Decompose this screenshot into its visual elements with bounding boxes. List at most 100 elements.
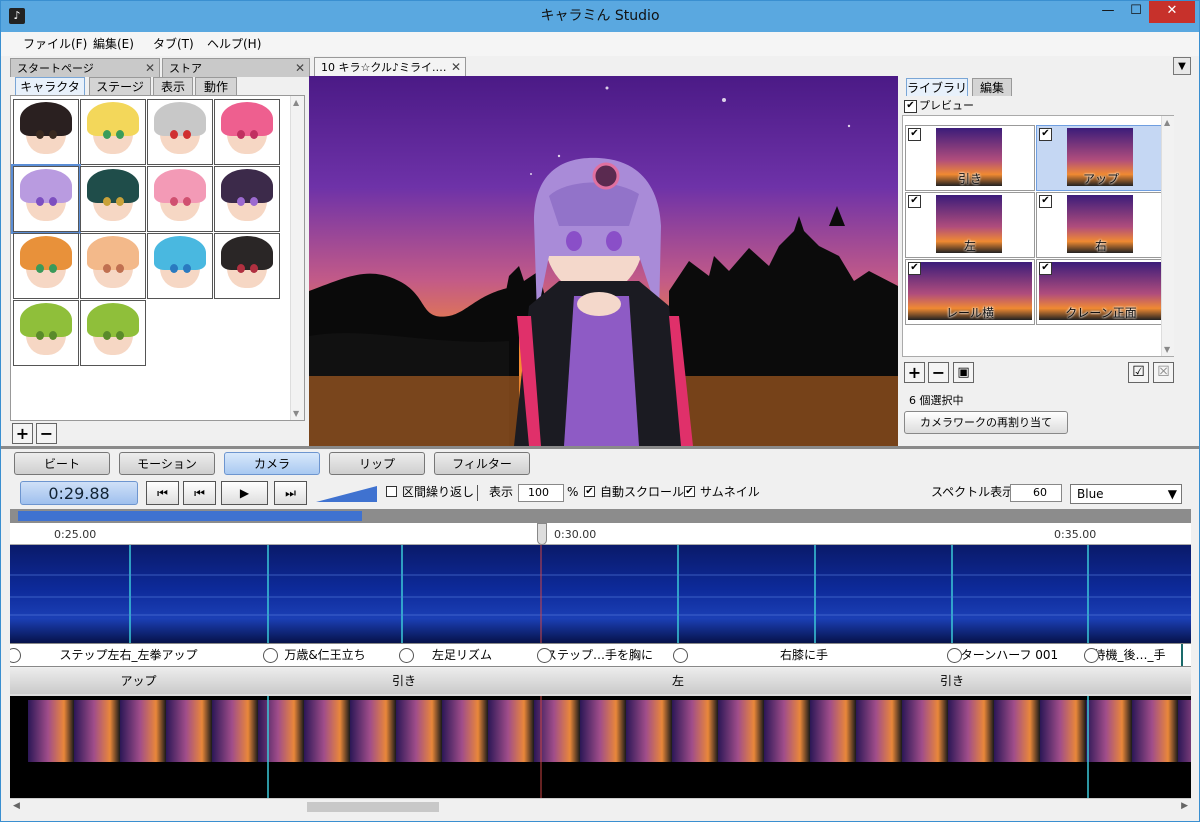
motion-clip-handle[interactable]: [673, 648, 688, 663]
remove-character-button[interactable]: −: [36, 423, 57, 444]
check-all-button[interactable]: ☑: [1128, 362, 1149, 383]
camera-clip[interactable]: アップ: [10, 668, 269, 694]
tab-list-dropdown[interactable]: ▼: [1173, 57, 1191, 75]
mode-tab-camera[interactable]: カメラ: [224, 452, 320, 475]
camera-preset-item[interactable]: ✔ アップ: [1036, 125, 1166, 191]
character-thumbnail[interactable]: [80, 166, 146, 232]
camera-preset-item[interactable]: ✔ 右: [1036, 192, 1166, 258]
library-scroll-down-icon[interactable]: ▼: [1164, 345, 1170, 354]
motion-clip[interactable]: 右膝に手: [667, 644, 943, 666]
close-button[interactable]: ✕: [1149, 1, 1195, 23]
character-thumbnail[interactable]: [214, 166, 280, 232]
zoom-input[interactable]: 100: [518, 484, 564, 502]
camera-preset-checkbox[interactable]: ✔: [1039, 128, 1052, 141]
motion-clip-handle[interactable]: [10, 648, 21, 663]
panel-splitter[interactable]: [1, 446, 1199, 449]
character-thumbnail[interactable]: [147, 233, 213, 299]
mode-tab-filter[interactable]: フィルター: [434, 452, 530, 475]
character-thumbnail[interactable]: [147, 99, 213, 165]
timeline-scroll-thumb[interactable]: [307, 802, 439, 812]
camera-preset-checkbox[interactable]: ✔: [908, 128, 921, 141]
mode-tab-beat[interactable]: ビート: [14, 452, 110, 475]
spectrogram-track[interactable]: [10, 545, 1191, 643]
mode-tab-lip[interactable]: リップ: [329, 452, 425, 475]
mode-tab-motion[interactable]: モーション: [119, 452, 215, 475]
preview-checkbox[interactable]: ✔: [904, 100, 917, 113]
character-scrollbar[interactable]: ▲ ▼: [290, 96, 304, 420]
camera-preset-checkbox[interactable]: ✔: [908, 195, 921, 208]
time-ruler[interactable]: 0:25.00 0:30.00 0:35.00: [10, 523, 1191, 545]
camera-preset-item[interactable]: ✔ クレーン正面: [1036, 259, 1166, 325]
menu-help[interactable]: ヘルプ(H): [199, 32, 269, 56]
spectrum-input[interactable]: 60: [1010, 484, 1062, 502]
camera-preset-checkbox[interactable]: ✔: [1039, 262, 1052, 275]
scroll-down-icon[interactable]: ▼: [293, 409, 299, 418]
playhead-handle[interactable]: [537, 523, 547, 545]
tab-action[interactable]: 動作: [195, 77, 237, 95]
motion-clip[interactable]: ターンハーフ 001: [941, 644, 1080, 666]
timeline-scrollbar[interactable]: ◀ ▶: [10, 798, 1191, 814]
menu-tab[interactable]: タブ(T): [145, 32, 202, 56]
loop-checkbox[interactable]: [386, 486, 397, 497]
motion-clip-handle[interactable]: [399, 648, 414, 663]
tab-project[interactable]: 10 キラ☆クル♪ミライ.… ✕: [314, 57, 466, 77]
next-button[interactable]: ⏭: [274, 481, 307, 505]
motion-clip[interactable]: 待機_後…_手: [1078, 644, 1183, 666]
autoscroll-checkbox[interactable]: ✔: [584, 486, 595, 497]
reassign-camera-button[interactable]: カメラワークの再割り当て: [904, 411, 1068, 434]
library-scroll-up-icon[interactable]: ▲: [1164, 118, 1170, 127]
tab-stage[interactable]: ステージ: [89, 77, 151, 95]
play-button[interactable]: ▶: [221, 481, 268, 505]
camera-clip[interactable]: 引き: [267, 668, 543, 694]
remove-camera-button[interactable]: −: [928, 362, 949, 383]
motion-track[interactable]: ステップ左右_左拳アップ 万歳&仁王立ち 左足リズム ステップ…手を胸に 右膝に手 ターン…: [10, 643, 1191, 667]
character-thumbnail[interactable]: [13, 233, 79, 299]
uncheck-all-button[interactable]: ☒: [1153, 362, 1174, 383]
scene-preview[interactable]: [309, 76, 898, 446]
character-thumbnail[interactable]: [80, 233, 146, 299]
volume-slider[interactable]: [316, 485, 378, 503]
preview-toggle[interactable]: ✔ プレビュー: [904, 97, 994, 115]
character-thumbnail[interactable]: [13, 300, 79, 366]
camera-preset-checkbox[interactable]: ✔: [1039, 195, 1052, 208]
motion-clip[interactable]: ステップ…手を胸に: [531, 644, 669, 666]
scroll-right-icon[interactable]: ▶: [1181, 801, 1188, 811]
add-character-button[interactable]: +: [12, 423, 33, 444]
maximize-button[interactable]: ☐: [1121, 1, 1151, 23]
character-thumbnail[interactable]: [80, 300, 146, 366]
camera-preset-item[interactable]: ✔ レール横: [905, 259, 1035, 325]
motion-clip-handle[interactable]: [537, 648, 552, 663]
minimize-button[interactable]: —: [1093, 1, 1123, 23]
color-select[interactable]: Blue ▼: [1070, 484, 1182, 504]
go-to-start-button[interactable]: ⏮: [146, 481, 179, 505]
tab-library[interactable]: ライブラリ: [906, 78, 968, 96]
camera-preset-item[interactable]: ✔ 引き: [905, 125, 1035, 191]
camera-clip[interactable]: [1089, 668, 1191, 694]
save-camera-button[interactable]: ▣: [953, 362, 974, 383]
motion-clip[interactable]: 左足リズム: [393, 644, 533, 666]
camera-clip[interactable]: 引き: [815, 668, 1091, 694]
camera-track[interactable]: アップ 引き左引き: [10, 668, 1191, 696]
motion-clip-handle[interactable]: [1084, 648, 1099, 663]
motion-clip[interactable]: 万歳&仁王立ち: [257, 644, 395, 666]
library-scrollbar[interactable]: ▲ ▼: [1161, 116, 1174, 356]
tab-start-close-icon[interactable]: ✕: [145, 59, 155, 78]
menu-file[interactable]: ファイル(F): [15, 32, 95, 56]
character-thumbnail[interactable]: [11, 164, 81, 234]
scroll-left-icon[interactable]: ◀: [13, 801, 20, 811]
character-thumbnail[interactable]: [214, 99, 280, 165]
character-thumbnail[interactable]: [80, 99, 146, 165]
camera-clip[interactable]: 左: [541, 668, 817, 694]
motion-clip-handle[interactable]: [947, 648, 962, 663]
scroll-up-icon[interactable]: ▲: [293, 98, 299, 107]
overview-bar[interactable]: [10, 509, 1191, 523]
tab-store-close-icon[interactable]: ✕: [295, 59, 305, 78]
tab-project-close-icon[interactable]: ✕: [451, 58, 461, 77]
camera-preset-item[interactable]: ✔ 左: [905, 192, 1035, 258]
camera-preset-checkbox[interactable]: ✔: [908, 262, 921, 275]
menu-edit[interactable]: 編集(E): [85, 32, 142, 56]
tab-edit[interactable]: 編集: [972, 78, 1012, 96]
tab-start-page[interactable]: スタートページ ✕: [10, 58, 160, 77]
tab-display[interactable]: 表示: [153, 77, 193, 95]
character-thumbnail[interactable]: [13, 99, 79, 165]
